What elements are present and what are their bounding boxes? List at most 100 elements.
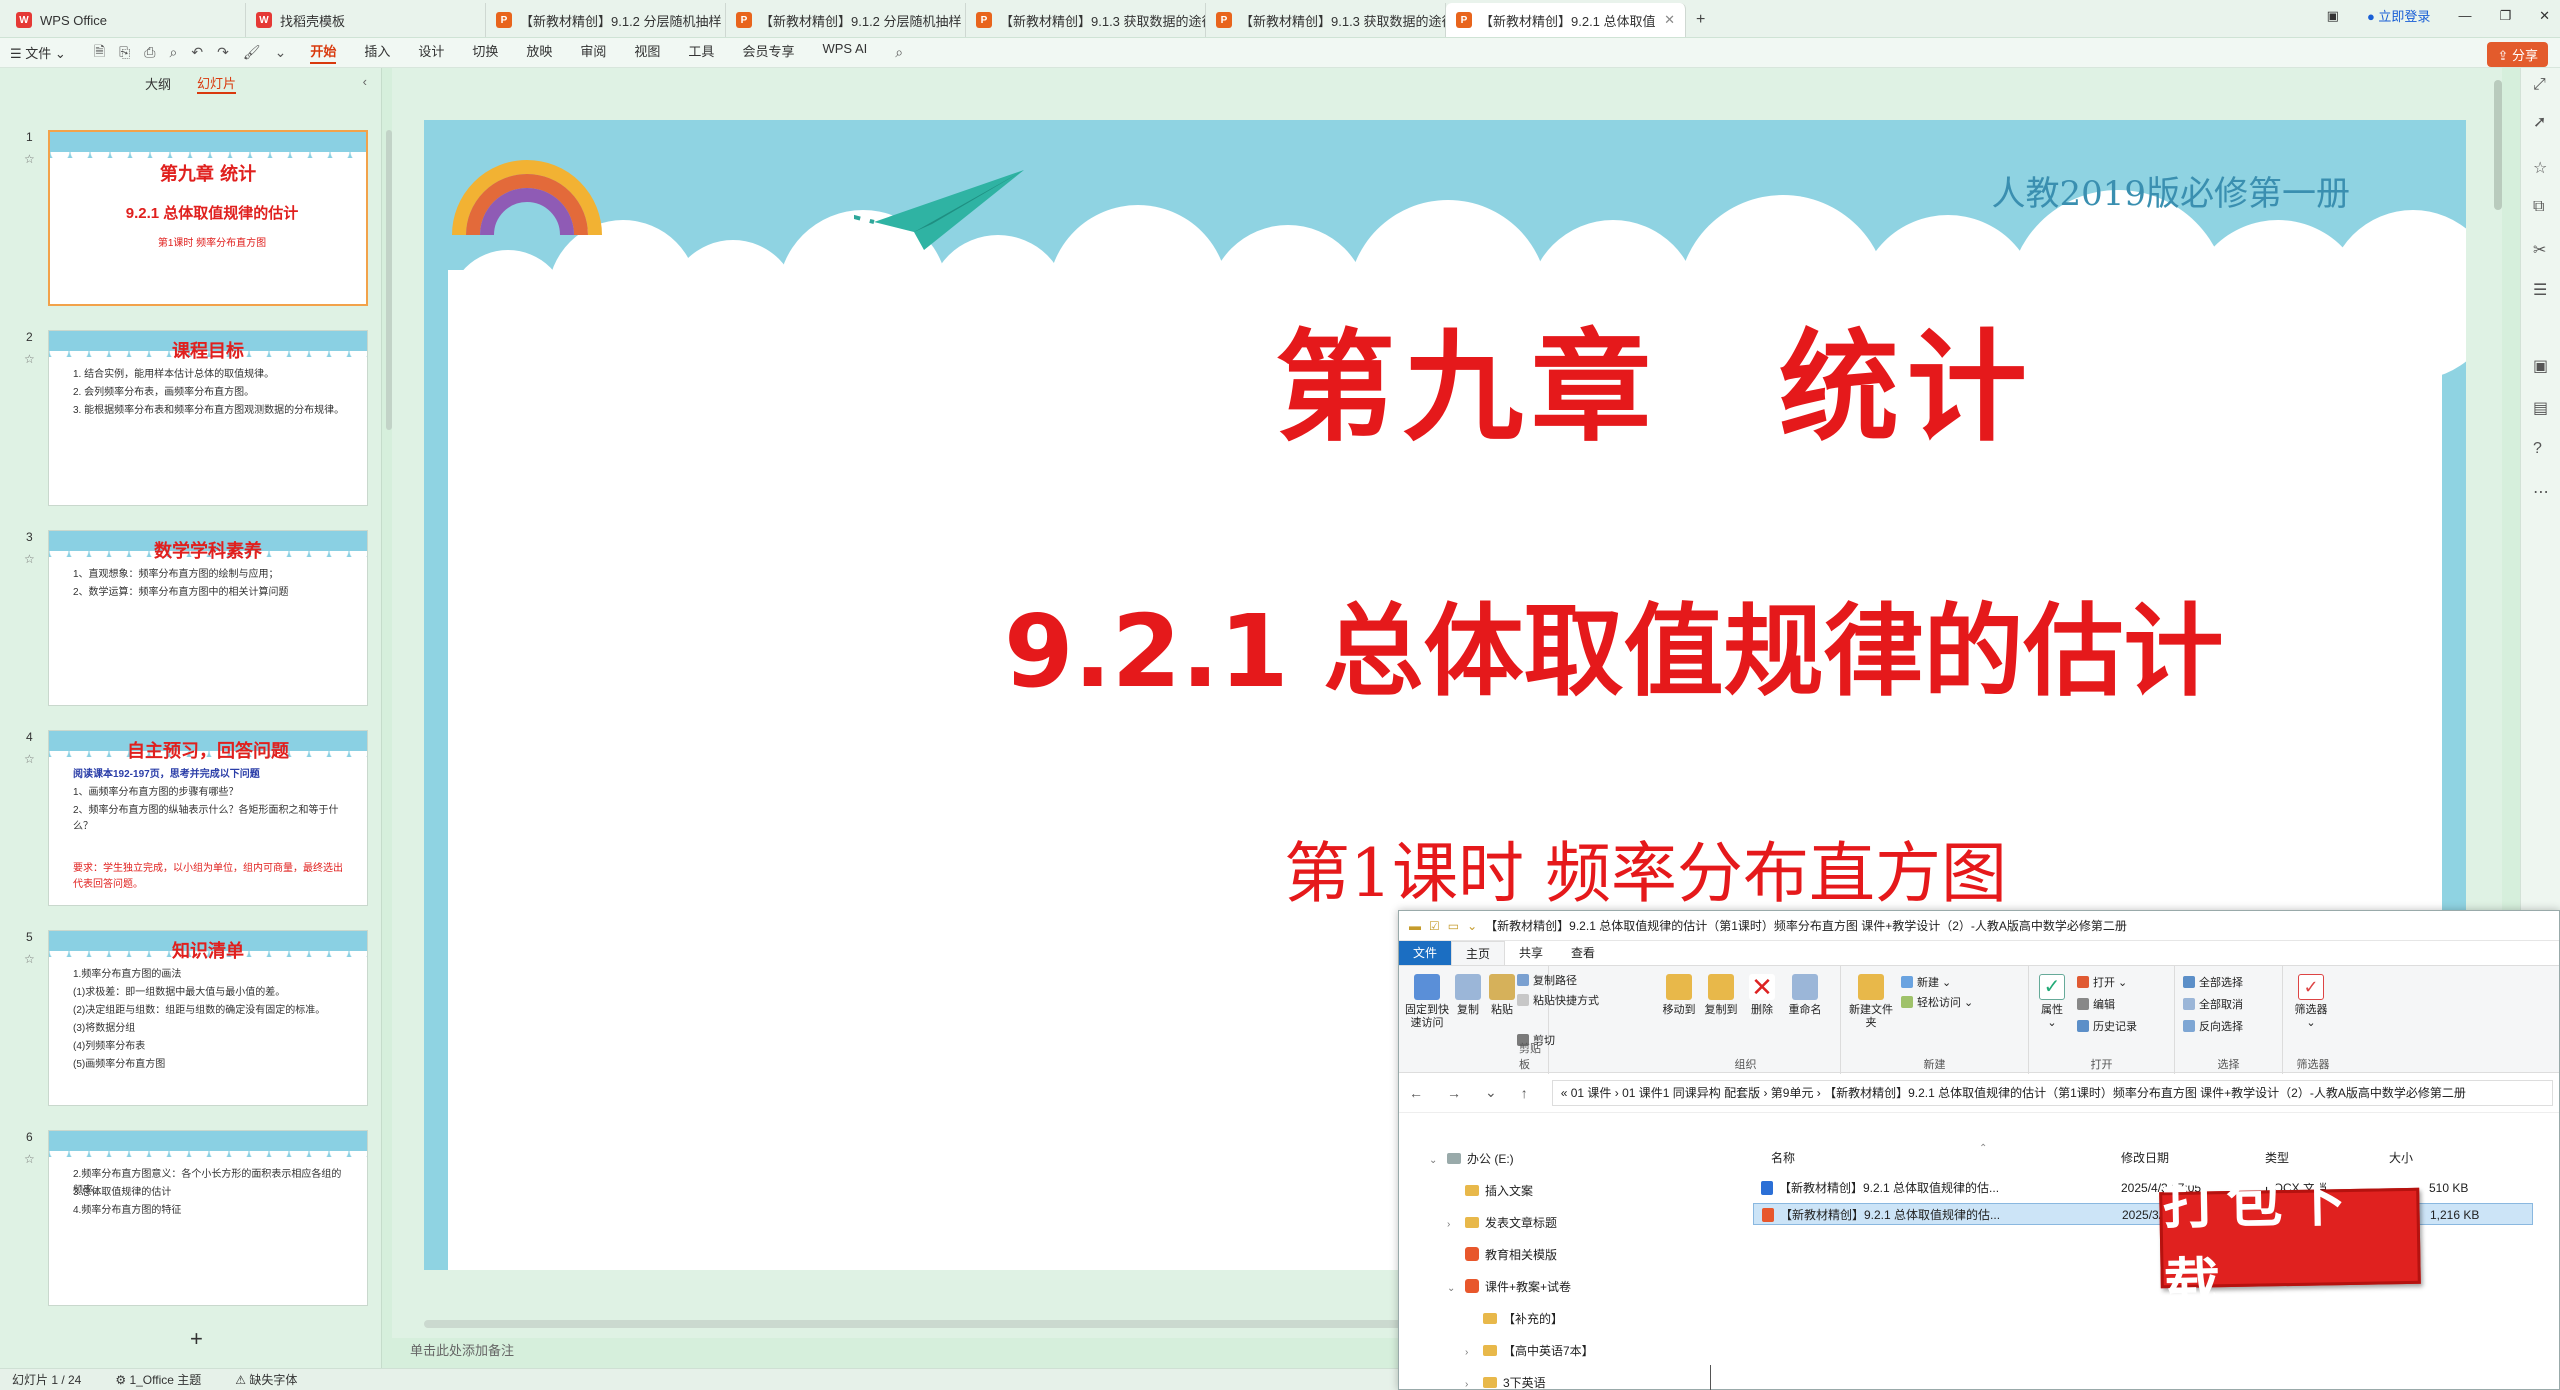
sliders-icon[interactable]: ☰ bbox=[2533, 280, 2547, 300]
tree-item[interactable]: 教育相关模版 bbox=[1447, 1245, 1557, 1265]
new-folder-quick-icon[interactable]: ▭ bbox=[1448, 919, 1459, 933]
slide-thumbnail[interactable]: 数学学科素养 1、直观想象：频率分布直方图的绘制与应用； 2、数学运算：频率分布直方… bbox=[48, 530, 368, 706]
tree-item[interactable]: ⌄ 课件+教案+试卷 bbox=[1447, 1277, 1571, 1297]
minimize-button[interactable]: — bbox=[2458, 8, 2471, 23]
address-path[interactable]: « 01 课件 › 01 课件1 同课异构 配套版 › 第9单元 › 【新教材精… bbox=[1551, 1079, 2553, 1106]
select-all-button[interactable]: 全部选择 bbox=[2183, 974, 2243, 990]
tab-outline[interactable]: 大纲 bbox=[145, 74, 171, 93]
star-icon[interactable]: ☆ bbox=[24, 1152, 35, 1166]
forward-icon[interactable]: → bbox=[1447, 1085, 1461, 1101]
expand-chevron-icon[interactable]: ⌄ bbox=[1447, 1279, 1459, 1299]
column-name[interactable]: 名称 bbox=[1771, 1149, 1795, 1166]
ribbon-tab[interactable]: 会员专享 bbox=[742, 41, 794, 64]
properties-quick-icon[interactable]: ☑ bbox=[1429, 919, 1440, 933]
print-icon[interactable]: ⎙ bbox=[144, 44, 155, 61]
tree-item[interactable]: › 3下英语 bbox=[1465, 1373, 1546, 1389]
expand-chevron-icon[interactable]: › bbox=[1465, 1375, 1477, 1389]
login-link[interactable]: ● 立即登录 bbox=[2367, 6, 2430, 25]
document-tab[interactable]: W WPS Office bbox=[6, 3, 246, 37]
ribbon-tab[interactable]: 视图 bbox=[634, 41, 660, 64]
copy-icon[interactable]: ⧉ bbox=[2533, 198, 2544, 216]
document-tab[interactable]: P 【新教材精创】9.2.1 总体取值 ✕ bbox=[1446, 3, 1686, 37]
ribbon-tab[interactable]: 设计 bbox=[418, 41, 444, 64]
close-window-button[interactable]: ✕ bbox=[2539, 8, 2550, 24]
export-icon[interactable]: ⎘ bbox=[119, 44, 130, 61]
preview-icon[interactable]: ⌕ bbox=[169, 44, 177, 61]
up-icon[interactable]: ↑ bbox=[1521, 1085, 1528, 1101]
easy-access-button[interactable]: 轻松访问 ⌄ bbox=[1901, 994, 1973, 1010]
ribbon-tab[interactable]: 审阅 bbox=[580, 41, 606, 64]
slide-thumbnail[interactable]: 课程目标 1. 结合实例，能用样本估计总体的取值规律。 2. 会列频率分布表，画频率… bbox=[48, 330, 368, 506]
expand-chevron-icon[interactable]: › bbox=[1447, 1215, 1459, 1235]
explorer-ribbon-tab[interactable]: 共享 bbox=[1505, 941, 1557, 965]
tree-item[interactable]: 插入文案 bbox=[1447, 1181, 1533, 1201]
customize-quick-icon[interactable]: ⌄ bbox=[1467, 919, 1477, 933]
layout-icon[interactable]: ▣ bbox=[2327, 8, 2339, 24]
star-icon[interactable]: ☆ bbox=[24, 152, 35, 166]
explorer-ribbon-tab[interactable]: 文件 bbox=[1399, 941, 1452, 965]
explorer-ribbon-tab[interactable]: 主页 bbox=[1451, 941, 1506, 965]
canvas-vertical-scrollbar[interactable] bbox=[2494, 80, 2502, 210]
history-button[interactable]: 历史记录 bbox=[2077, 1018, 2137, 1034]
redo-icon[interactable]: ↷ bbox=[217, 44, 229, 61]
document-tab[interactable]: P 【新教材精创】9.1.3 获取数据的途径 bbox=[1206, 3, 1446, 37]
star-icon[interactable]: ☆ bbox=[24, 352, 35, 366]
document-tab[interactable]: P 【新教材精创】9.1.3 获取数据的途径 bbox=[966, 3, 1206, 37]
document-tab[interactable]: P 【新教材精创】9.1.2 分层随机抽样 bbox=[486, 3, 726, 37]
delete-button[interactable]: ✕ 删除 bbox=[1745, 974, 1779, 1017]
open-button[interactable]: 打开 ⌄ bbox=[2077, 974, 2127, 990]
slide-thumbnail[interactable]: 2.频率分布直方图意义：各个小长方形的面积表示相应各组的频率。 3.总体取值规律的… bbox=[48, 1130, 368, 1306]
invert-selection-button[interactable]: 反向选择 bbox=[2183, 1018, 2243, 1034]
layers-icon[interactable]: ▤ bbox=[2533, 398, 2548, 418]
cursor-icon[interactable]: ➚ bbox=[2533, 112, 2546, 132]
star-icon[interactable]: ☆ bbox=[24, 552, 35, 566]
document-tab[interactable]: W 找稻壳模板 bbox=[246, 3, 486, 37]
add-slide-button[interactable]: + bbox=[190, 1326, 203, 1352]
paste-shortcut-button[interactable]: 粘贴快捷方式 bbox=[1517, 992, 1599, 1008]
search-icon[interactable]: ⌕ bbox=[895, 44, 903, 61]
ribbon-tab[interactable]: 开始 bbox=[310, 41, 337, 64]
slide-thumbnail[interactable]: 知识清单 1.频率分布直方图的画法 (1)求极差：即一组数据中最大值与最小值的差。 (… bbox=[48, 930, 368, 1106]
properties-button[interactable]: ✓ 属性 ⌄ bbox=[2035, 974, 2069, 1030]
ribbon-tab[interactable]: 工具 bbox=[688, 41, 714, 64]
new-tab-button[interactable]: + bbox=[1686, 3, 1715, 37]
slide-thumbnail[interactable]: 第九章 统计 9.2.1 总体取值规律的估计 第1课时 频率分布直方图 bbox=[48, 130, 368, 306]
format-painter-icon[interactable]: 🖌 bbox=[243, 44, 261, 61]
tree-item[interactable]: ⌄ 办公 (E:) bbox=[1429, 1149, 1514, 1169]
pin-quick-access-button[interactable]: 固定到快速访问 bbox=[1405, 974, 1449, 1030]
help-icon[interactable]: ? bbox=[2533, 440, 2542, 458]
save-icon[interactable]: 🗎 bbox=[94, 41, 105, 65]
ribbon-tab[interactable]: 插入 bbox=[364, 41, 390, 64]
expand-icon[interactable]: ⤢ bbox=[2533, 76, 2546, 94]
theme-name[interactable]: ⚙ 1_Office 主题 bbox=[115, 1371, 201, 1388]
tools-icon[interactable]: ✂ bbox=[2533, 240, 2546, 260]
tree-item[interactable]: 【补充的】 bbox=[1465, 1309, 1563, 1329]
more-icon[interactable]: ⋯ bbox=[2533, 482, 2549, 502]
select-none-button[interactable]: 全部取消 bbox=[2183, 996, 2243, 1012]
star-icon[interactable]: ☆ bbox=[2533, 158, 2547, 178]
download-package-badge[interactable]: 打包下载 bbox=[2159, 1168, 2421, 1318]
copy-path-button[interactable]: 复制路径 bbox=[1517, 972, 1577, 988]
ribbon-tab[interactable]: 切换 bbox=[472, 41, 498, 64]
copy-button[interactable]: 复制 bbox=[1453, 974, 1483, 1017]
more-quick-icon[interactable]: ⌄ bbox=[275, 44, 287, 61]
rename-button[interactable]: 重命名 bbox=[1783, 974, 1827, 1017]
move-to-button[interactable]: 移动到 bbox=[1659, 974, 1699, 1017]
share-button[interactable]: ⇪ 分享 bbox=[2487, 42, 2548, 67]
new-folder-button[interactable]: 新建文件夹 bbox=[1849, 974, 1893, 1030]
expand-chevron-icon[interactable]: ⌄ bbox=[1429, 1151, 1441, 1171]
filter-button[interactable]: ✓ 筛选器 ⌄ bbox=[2291, 974, 2331, 1030]
slide-thumbnail[interactable]: 自主预习，回答问题 阅读课本192-197页，思考并完成以下问题 1、画频率分布直方… bbox=[48, 730, 368, 906]
image-icon[interactable]: ▣ bbox=[2533, 356, 2548, 376]
missing-font[interactable]: ⚠ 缺失字体 bbox=[235, 1371, 297, 1388]
ribbon-tab[interactable]: WPS AI bbox=[822, 41, 867, 64]
copy-to-button[interactable]: 复制到 bbox=[1701, 974, 1741, 1017]
edit-button[interactable]: 编辑 bbox=[2077, 996, 2115, 1012]
back-icon[interactable]: ← bbox=[1409, 1085, 1423, 1101]
file-menu[interactable]: ☰ 文件 ⌄ bbox=[10, 43, 66, 62]
pane-splitter[interactable] bbox=[1710, 1365, 1711, 1390]
collapse-panel-icon[interactable]: ‹ bbox=[363, 74, 367, 89]
star-icon[interactable]: ☆ bbox=[24, 952, 35, 966]
star-icon[interactable]: ☆ bbox=[24, 752, 35, 766]
document-tab[interactable]: P 【新教材精创】9.1.2 分层随机抽样 bbox=[726, 3, 966, 37]
